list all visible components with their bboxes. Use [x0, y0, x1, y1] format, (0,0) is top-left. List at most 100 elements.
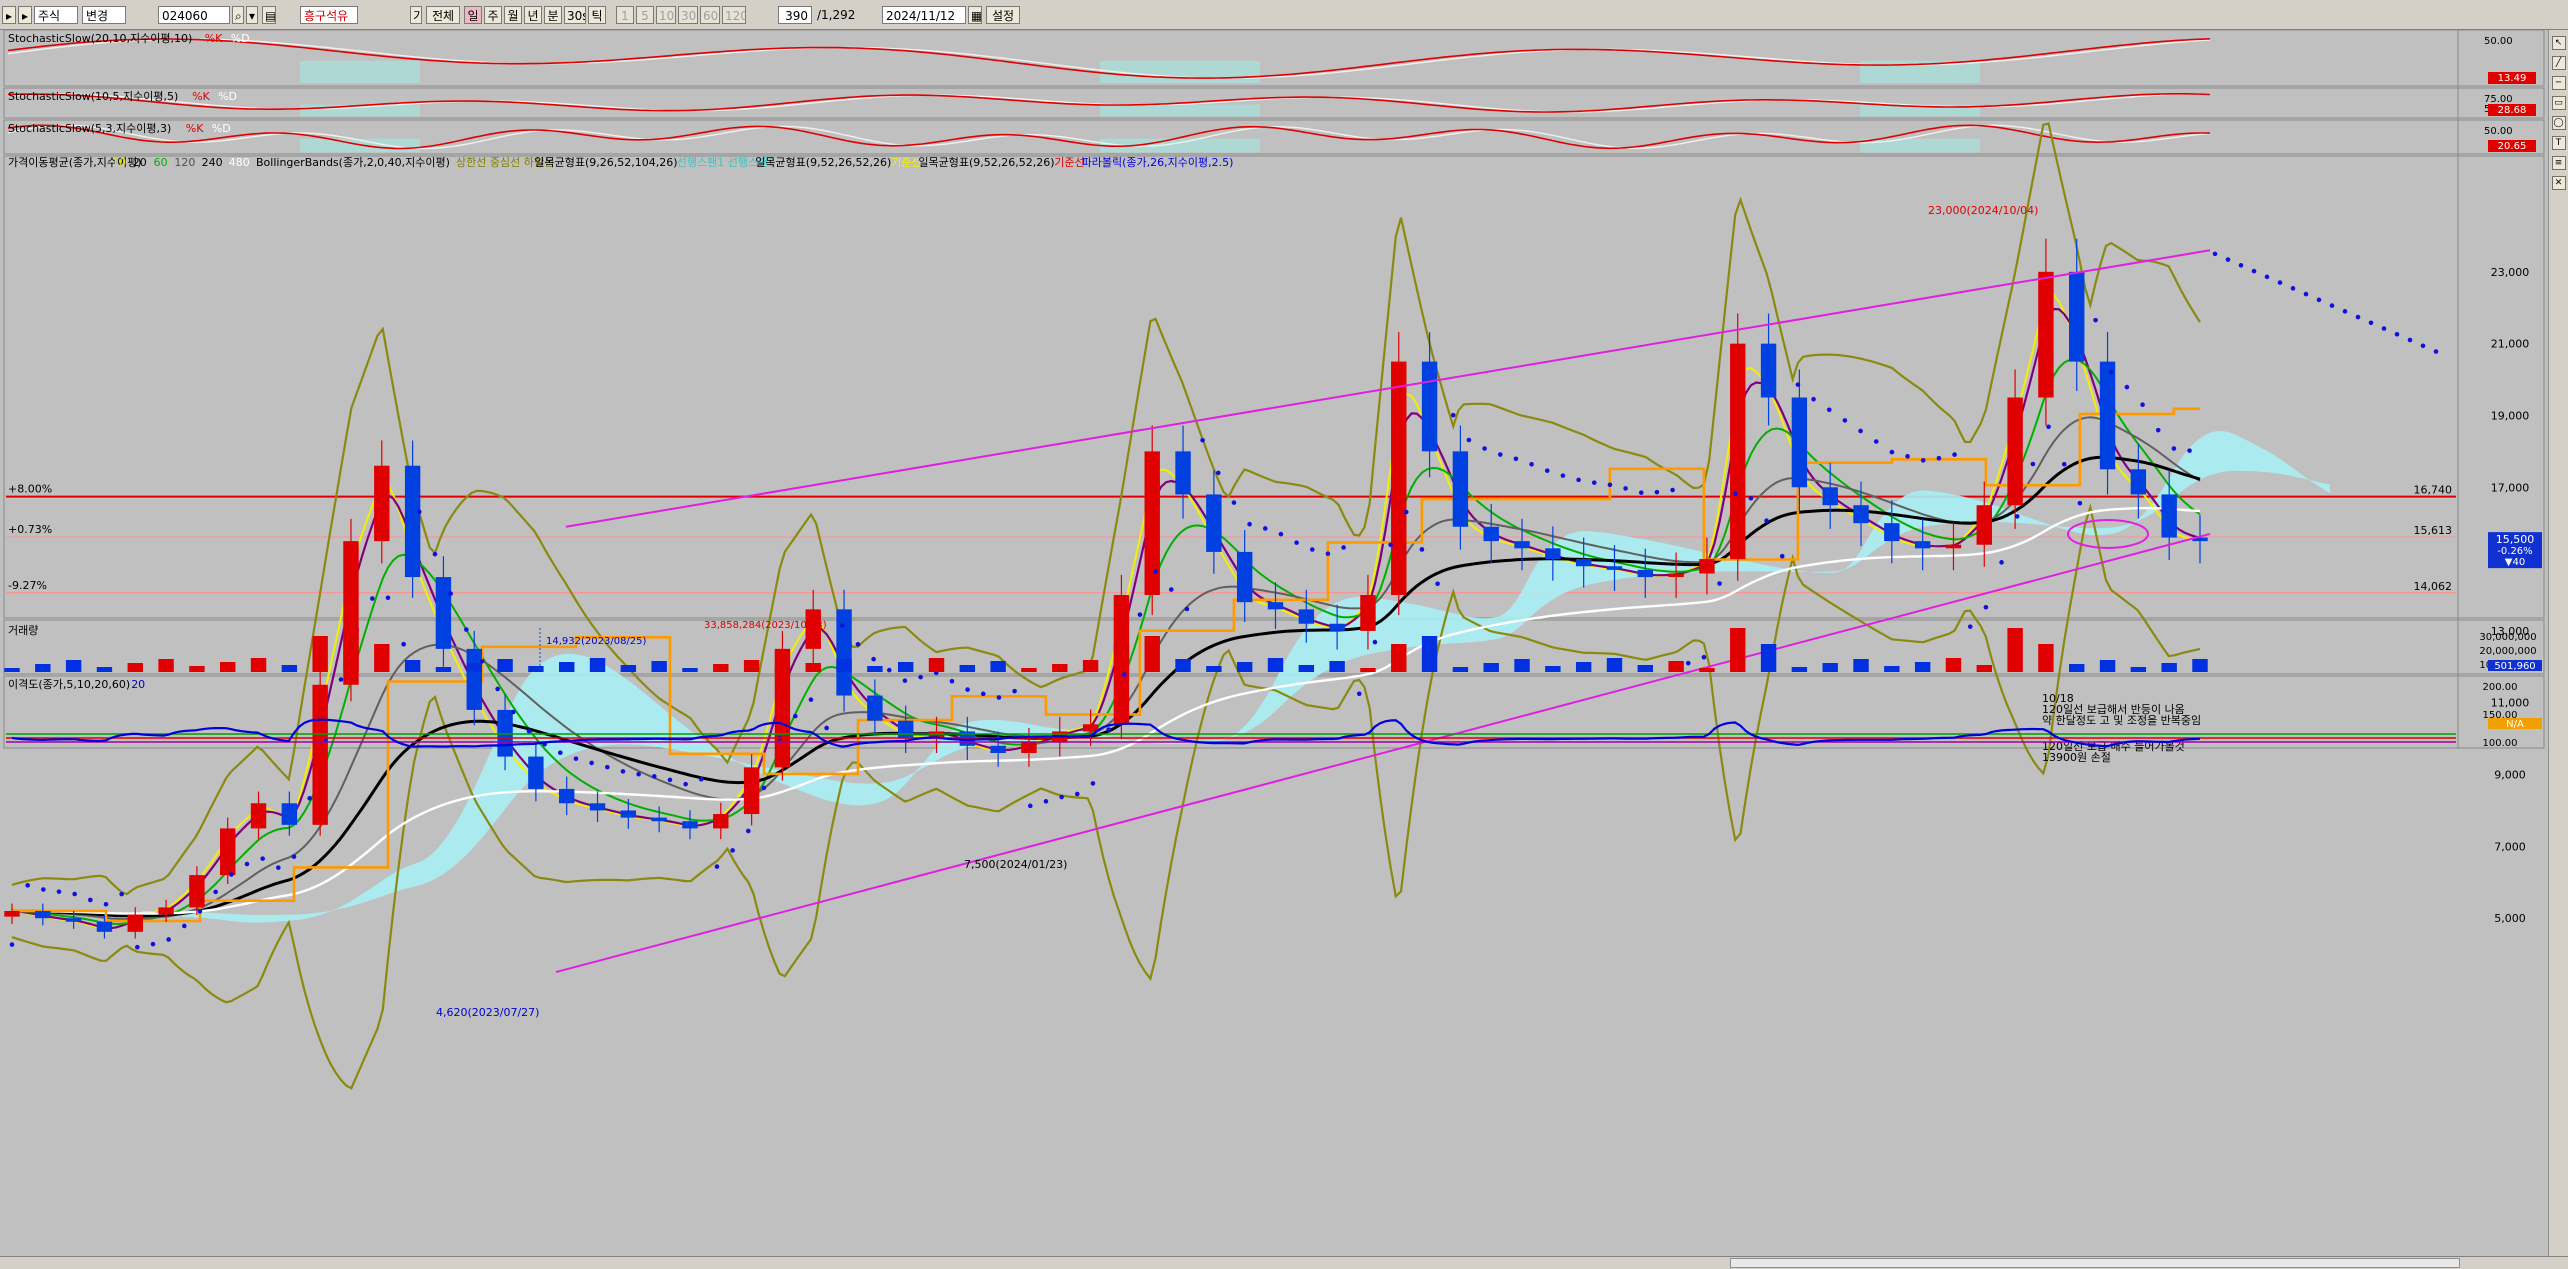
candle	[2007, 397, 2023, 506]
candle	[281, 803, 298, 825]
volume-bar	[620, 665, 637, 672]
horizontal-scrollbar[interactable]	[0, 1256, 2568, 1269]
period-1-button[interactable]: 1	[616, 6, 634, 24]
candle	[435, 577, 452, 649]
candle	[559, 788, 575, 804]
parabolic-dot	[1168, 587, 1174, 592]
parabolic-dot	[1748, 495, 1754, 501]
candle	[1668, 573, 1684, 578]
period-year-button[interactable]: 년	[524, 6, 542, 24]
parabolic-dot	[2342, 309, 2348, 314]
volume-bar	[1760, 644, 1777, 672]
parabolic-dot	[683, 781, 688, 787]
chart-area[interactable]: StochasticSlow(20,10,지수이평,10) %K %D 50.00 13…	[0, 30, 2548, 1260]
stock-code-input[interactable]: 024060	[158, 6, 230, 24]
candle	[1822, 487, 1838, 506]
cursor-icon[interactable]: ↖	[2551, 36, 2566, 50]
candle	[651, 817, 667, 822]
all-button[interactable]: 전체	[426, 6, 460, 24]
date-input[interactable]: 2024/11/12	[882, 6, 966, 24]
volume-bar	[1021, 668, 1037, 672]
chart-icon[interactable]: ▤	[262, 6, 276, 24]
stoch-tick-label: 50.00	[2484, 36, 2513, 47]
volume-bar	[2161, 663, 2177, 672]
parabolic-dot	[56, 889, 62, 894]
candle	[1945, 544, 1962, 549]
stoch-value: 28.68	[2498, 105, 2527, 116]
volume-bar	[713, 664, 729, 672]
period-30s-button[interactable]: 30s	[564, 6, 586, 24]
parabolic-dot	[1497, 452, 1503, 457]
parabolic-dot	[1121, 672, 1127, 677]
volume-bar	[281, 665, 298, 672]
chart-canvas[interactable]: StochasticSlow(20,10,지수이평,10) %K %D 50.00 13…	[0, 30, 2548, 1260]
parabolic-dot	[745, 828, 751, 834]
eraser-icon[interactable]: ✕	[2551, 176, 2566, 190]
period-10-button[interactable]: 10	[656, 6, 676, 24]
line-tool-icon[interactable]: ╱	[2551, 56, 2566, 70]
text-tool-icon[interactable]: T	[2551, 136, 2566, 150]
ellipse-tool-icon[interactable]: ◯	[2551, 116, 2566, 130]
parabolic-dot	[1544, 468, 1550, 473]
parabolic-dot	[1905, 454, 1910, 459]
candle	[713, 814, 729, 829]
fib-tool-icon[interactable]: ≡	[2551, 156, 2566, 170]
search-icon[interactable]: ⌕	[232, 6, 244, 24]
parabolic-dot	[276, 865, 281, 870]
stock-name-field[interactable]: 흥구석유	[300, 6, 358, 24]
candle	[836, 609, 852, 696]
period-toggle-icon[interactable]: 기	[410, 6, 422, 24]
settings-button[interactable]: 설정	[986, 6, 1020, 24]
candle	[743, 767, 760, 815]
stoch-fill	[300, 60, 420, 84]
volume-bar	[2038, 644, 2054, 672]
current-change: ▼40	[2505, 557, 2525, 568]
disparity-tick-label: 200.00	[2483, 682, 2518, 693]
mode-select[interactable]: 변경	[82, 6, 126, 24]
candle	[1575, 559, 1592, 567]
period-day-button[interactable]: 일	[464, 6, 482, 24]
period-month-button[interactable]: 월	[504, 6, 522, 24]
nav-icon[interactable]: ▸	[2, 6, 16, 24]
market-select[interactable]: 주식	[34, 6, 78, 24]
hline-tool-icon[interactable]: ─	[2551, 76, 2566, 90]
parabolic-dot	[965, 687, 970, 692]
bollinger-upper	[11, 122, 2201, 896]
parabolic-dot	[1341, 545, 1346, 550]
calendar-icon[interactable]: ▦	[968, 6, 982, 24]
scroll-thumb[interactable]	[1730, 1258, 2460, 1268]
parabolic-dot	[1356, 691, 1362, 697]
count-input[interactable]: 390	[778, 6, 812, 24]
period-60-button[interactable]: 60	[700, 6, 720, 24]
stoch-k-legend: %K	[186, 122, 204, 135]
parabolic-dot	[824, 725, 829, 731]
period-tick-button[interactable]: 틱	[588, 6, 606, 24]
price-tick-label: 23,000	[2491, 266, 2530, 279]
period-week-button[interactable]: 주	[484, 6, 502, 24]
current-change-pct: -0.26%	[2497, 546, 2532, 557]
rect-tool-icon[interactable]: ▭	[2551, 96, 2566, 110]
parabolic-dot	[1262, 526, 1268, 531]
chevron-down-icon[interactable]: ▾	[246, 6, 258, 24]
period-30-button[interactable]: 30	[678, 6, 698, 24]
period-120-button[interactable]: 120	[722, 6, 746, 24]
parabolic-dot	[808, 697, 814, 702]
parabolic-dot	[448, 591, 453, 596]
reference-price-label: 15,613	[2414, 524, 2453, 537]
parabolic-dot	[1466, 437, 1472, 443]
volume-bar	[774, 667, 791, 672]
candle	[1699, 559, 1715, 574]
volume-bar	[528, 666, 544, 672]
volume-bar	[559, 662, 575, 672]
volume-bar	[1391, 644, 1407, 672]
period-minute-button[interactable]: 분	[544, 6, 562, 24]
drawing-toolbar: ↖ ╱ ─ ▭ ◯ T ≡ ✕	[2548, 30, 2568, 1256]
disparity-label: 이격도(종가,5,10,20,60)	[8, 678, 130, 691]
period-5-button[interactable]: 5	[636, 6, 654, 24]
price-legend-item: 일목균형표(9,52,26,52,26)	[755, 155, 891, 169]
price-panel	[3, 155, 2545, 619]
volume-bar	[1082, 660, 1099, 672]
nav-icon[interactable]: ▸	[18, 6, 32, 24]
volume-bar	[1575, 662, 1592, 672]
candle	[189, 875, 205, 908]
